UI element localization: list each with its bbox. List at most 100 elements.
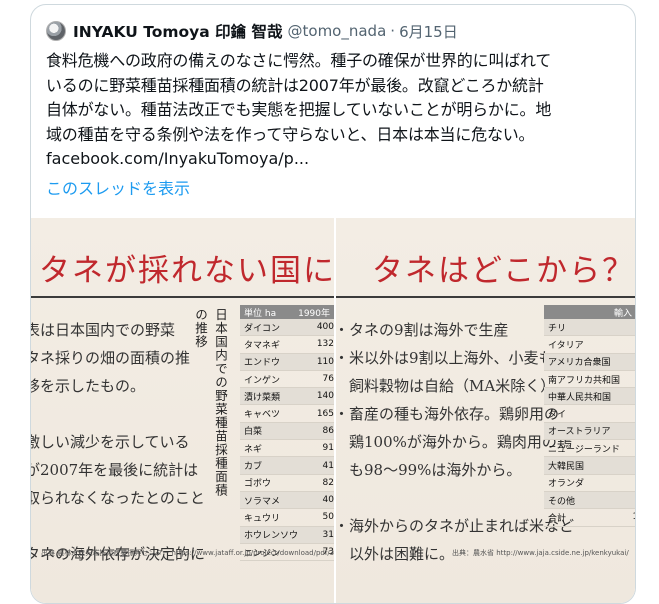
table-row: 合計 15 <box>544 509 635 527</box>
header-import: 輸入 <box>613 308 632 319</box>
table-row: 中華人民共和国 1 <box>544 388 635 406</box>
row-value: 76 <box>322 374 334 385</box>
row-value: 140 <box>316 391 334 402</box>
tweet-text-line: 域の種苗を守る条例や法を作って守らないと、日本は本当に危ない。 <box>46 124 535 144</box>
image-article: ・タネの9割は海外で生産 ・米以外は9割以上海外、小麦も 飼料穀物は自給（MA米… <box>334 316 575 568</box>
seed-area-table: 単位 ha 1990年 19 ダイコン 400 タマネギ 132 エンドウ 110 インゲン… <box>240 305 334 562</box>
article-line: 鶏100%が海外から。鶏肉用の鶏 <box>334 433 572 451</box>
show-thread-link[interactable]: このスレッドを表示 <box>46 175 190 199</box>
title-rule <box>31 296 334 298</box>
row-category: エンドウ <box>244 358 281 369</box>
row-category: 大韓民国 <box>548 462 585 473</box>
article-line: 表は日本国内での野菜 <box>31 321 176 339</box>
table-row: 白菜 86 <box>240 422 334 441</box>
row-category: ニュージーランド <box>548 444 620 455</box>
table-row: ダイコン 400 <box>240 319 334 337</box>
image-article: 表は日本国内での野菜 タネ採りの畑の面積の推 移を示したもの。 激しい減少を示し… <box>31 316 205 568</box>
table-row: タイ <box>544 405 635 423</box>
tweet-text: 食料危機への政府の備えのなさに愕然。種子の確保が世界的に叫ばれて いるのに野菜種… <box>46 49 626 147</box>
title-rule <box>336 296 635 298</box>
row-category: ネギ <box>244 444 263 455</box>
tweet-media[interactable]: タネが採れない国に 表は日本国内での野菜 タネ採りの畑の面積の推 移を示したもの… <box>31 218 636 603</box>
table-row: アメリカ合衆国 2 <box>544 353 635 371</box>
seed-import-table: 輸入 チリ3イタリア2アメリカ合衆国2南アフリカ共和国1中華人民共和国1タイオー… <box>544 305 635 527</box>
table-row: ネギ 91 <box>240 440 334 458</box>
table-row: 大韓民国 <box>544 457 635 475</box>
row-category: ホウレンソウ <box>244 531 299 542</box>
article-line <box>31 512 205 540</box>
row-value: 1 <box>620 391 635 401</box>
table-row: タマネギ 132 <box>240 336 334 354</box>
table-vertical-title: 日本国内での野菜種苗採種面積の推移 <box>193 308 228 497</box>
header-year: 1990年 <box>298 308 330 319</box>
row-category: キャベツ <box>244 410 281 421</box>
article-line: ・米以外は9割以上海外、小麦も <box>334 349 554 367</box>
row-category: 南アフリカ共和国 <box>548 375 621 386</box>
table-row: ニュージーランド <box>544 440 635 458</box>
row-category: カブ <box>244 462 263 473</box>
table-row: エンドウ 110 <box>240 353 334 371</box>
table-row: キュウリ 50 <box>240 509 334 527</box>
table-row: ゴボウ 82 <box>240 475 334 492</box>
article-line: タネ採りの畑の面積の推 <box>31 349 191 367</box>
image-source: 出典 農林水産先端技術産業振興センター https://www.jataff.o… <box>41 549 334 557</box>
row-category: オランダ <box>548 479 585 490</box>
row-value: 3 <box>620 322 635 332</box>
table-row: ホウレンソウ 31 <box>240 526 334 544</box>
row-category: 漬け菜類 <box>244 392 281 403</box>
tweet-date[interactable]: 6月15日 <box>399 21 458 42</box>
row-value: 41 <box>322 460 334 471</box>
row-value: 86 <box>322 425 334 436</box>
tweet-text-line: いるのに野菜種苗採種面積の統計は2007年が最後。改竄どころか統計 <box>46 75 544 95</box>
user-handle[interactable]: @tomo_nada <box>288 22 387 40</box>
tweet-text-line: 自体がない。種苗法改正でも実態を把握していないことが明らかに。地 <box>46 100 552 119</box>
row-value: 15 <box>620 512 635 522</box>
row-value: 50 <box>322 512 334 523</box>
table-row: カブ 41 <box>240 457 334 475</box>
article-line: ・畜産の種も海外依存。鶏卵用の <box>334 405 560 423</box>
article-line: 取られなくなったとのこと <box>31 489 205 507</box>
row-value: 110 <box>316 356 334 367</box>
table-row: 南アフリカ共和国1 <box>544 371 635 389</box>
article-line: が2007年を最後に統計は <box>31 461 199 479</box>
row-value: 165 <box>316 408 334 419</box>
row-category: タマネギ <box>244 340 281 351</box>
row-value: 2 <box>620 339 635 349</box>
row-category: 白菜 <box>244 427 263 438</box>
row-value: 91 <box>322 443 334 454</box>
avatar[interactable] <box>46 21 66 41</box>
article-line: 飼料穀物は自給（MA米除く） <box>334 377 556 395</box>
row-value: 1 <box>620 374 635 384</box>
display-name[interactable]: INYAKU Tomoya 印鑰 智哉 <box>73 20 283 42</box>
table-row: オーストラリア <box>544 422 635 441</box>
image-title: タネはどこから？ <box>372 253 636 289</box>
row-category: その他 <box>548 496 576 507</box>
article-line: 移を示したもの。 <box>31 377 146 395</box>
table-row: オランダ <box>544 475 635 492</box>
row-category: ゴボウ <box>244 479 272 490</box>
row-category: オーストラリア <box>548 427 611 438</box>
row-category: ソラマメ <box>244 496 281 507</box>
row-category: チリ <box>548 323 567 334</box>
tweet-text-line: 食料危機への政府の備えのなさに愕然。種子の確保が世界的に叫ばれて <box>46 51 552 70</box>
row-value: 400 <box>316 322 334 333</box>
article-line <box>31 400 205 428</box>
row-value: 132 <box>316 339 334 350</box>
media-image-left[interactable]: タネが採れない国に 表は日本国内での野菜 タネ採りの畑の面積の推 移を示したもの… <box>31 218 334 603</box>
table-row: ソラマメ 40 <box>240 491 334 510</box>
tweet-header: INYAKU Tomoya 印鑰 智哉 @tomo_nada · 6月15日 <box>46 19 458 43</box>
article-line: ・タネの9割は海外で生産 <box>334 321 509 339</box>
row-category: キュウリ <box>244 513 281 524</box>
facebook-link[interactable]: facebook.com/InyakuTomoya/p... <box>46 149 309 168</box>
article-line: ・海外からのタネが止まれば米など <box>334 517 575 535</box>
table-row: インゲン 76 <box>240 371 334 389</box>
table-header: 単位 ha 1990年 19 <box>240 305 334 319</box>
row-category: 中華人民共和国 <box>548 392 612 403</box>
image-source: 出典：農水省 http://www.jaja.cside.ne.jp/kenky… <box>452 549 629 557</box>
table-header: 輸入 <box>544 305 635 319</box>
row-value: 82 <box>322 477 334 488</box>
table-row: チリ 3 <box>544 319 635 337</box>
tweet-card[interactable]: INYAKU Tomoya 印鑰 智哉 @tomo_nada · 6月15日 食… <box>30 4 636 604</box>
media-image-right[interactable]: タネはどこから？ ・タネの9割は海外で生産 ・米以外は9割以上海外、小麦も 飼料… <box>334 218 636 603</box>
row-category: タイ <box>548 410 567 421</box>
